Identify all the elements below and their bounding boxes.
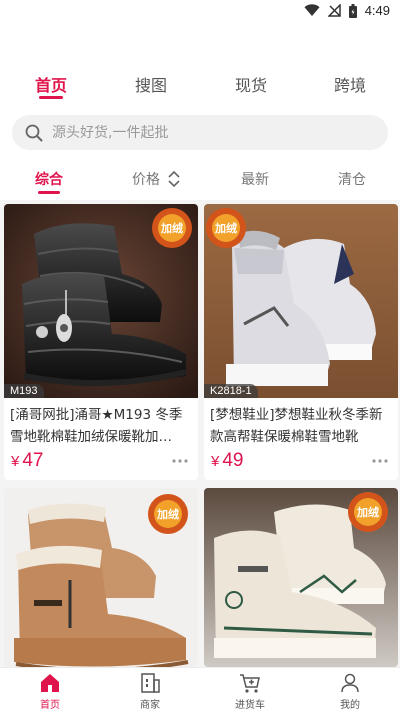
product-title[interactable]: [涌哥网批]涌哥★M193 冬季雪地靴棉鞋加绒保暖靴加… [4,398,198,448]
nav-label: 商家 [140,700,160,711]
sort-tab-clearance[interactable]: 清仓 [322,169,382,189]
tab-image-search[interactable]: 搜图 [121,72,181,96]
person-icon [341,673,359,693]
cream-high-top-sneakers-photo: 加绒 [204,488,398,667]
more-icon[interactable] [172,458,188,464]
top-tabs: 首页 搜图 现货 跨境 [0,66,400,106]
badge-text: 加绒 [160,221,183,235]
battery-icon [348,3,357,18]
status-bar: 4:49 [0,0,400,24]
nav-label: 进货车 [235,700,265,711]
sort-arrows-icon[interactable] [167,168,181,190]
tan-suede-boots-photo: 加绒 [4,488,198,667]
no-signal-icon [327,4,341,17]
sort-tabs: 综合 价格 最新 清仓 [0,165,400,195]
nav-label: 首页 [40,700,60,711]
product-card[interactable]: 加绒 M193 [涌哥网批]涌哥★M193 冬季雪地靴棉鞋加绒保暖靴加… ¥47 [4,204,198,480]
tab-in-stock[interactable]: 现货 [221,72,281,96]
badge-text: 加绒 [156,507,179,521]
status-icons: 4:49 [304,3,390,18]
nav-profile[interactable]: 我的 [320,671,380,711]
price-value: 47 [22,450,44,471]
more-icon[interactable] [372,458,388,464]
active-tab-indicator [39,96,63,99]
product-price: ¥47 [11,450,43,472]
home-icon [41,674,59,692]
white-high-top-sneakers-photo: 加绒 [204,204,398,398]
sort-tab-comprehensive[interactable]: 综合 [19,169,79,189]
status-time: 4:49 [364,3,390,18]
nav-merchants[interactable]: 商家 [120,671,180,711]
sku-tag: K2818-1 [204,384,258,398]
badge-text: 加绒 [214,221,237,235]
product-card[interactable]: 加绒 K2818-1 [梦想鞋业]梦想鞋业秋冬季新款高帮鞋保暖棉鞋雪地靴 ¥49 [204,204,398,480]
tab-cross-border[interactable]: 跨境 [320,72,380,96]
currency-symbol: ¥ [11,453,20,470]
product-card[interactable]: 加绒 [4,488,198,667]
product-image[interactable]: 加绒 K2818-1 [204,204,398,398]
wifi-icon [304,4,320,16]
badge-text: 加绒 [356,505,379,519]
product-card[interactable]: 加绒 [204,488,398,667]
cart-icon [240,674,260,693]
nav-label: 我的 [340,700,360,711]
nav-home[interactable]: 首页 [20,671,80,711]
search-bar[interactable] [12,115,388,150]
nav-cart[interactable]: 进货车 [220,671,280,711]
currency-symbol: ¥ [211,453,220,470]
search-input[interactable] [52,124,352,141]
search-icon [25,124,43,141]
building-icon [141,673,160,693]
product-price: ¥49 [211,450,243,472]
sort-tab-newest[interactable]: 最新 [225,169,285,189]
bottom-nav: 首页 商家 进货车 我的 [0,667,400,712]
price-value: 49 [222,450,244,471]
product-title[interactable]: [梦想鞋业]梦想鞋业秋冬季新款高帮鞋保暖棉鞋雪地靴 [204,398,398,448]
product-image[interactable]: 加绒 [204,488,398,667]
black-snow-boots-photo: 加绒 [4,204,198,398]
sku-tag: M193 [4,384,44,398]
active-sort-indicator [38,191,60,194]
product-image[interactable]: 加绒 M193 [4,204,198,398]
tab-home[interactable]: 首页 [21,72,81,96]
product-image[interactable]: 加绒 [4,488,198,667]
